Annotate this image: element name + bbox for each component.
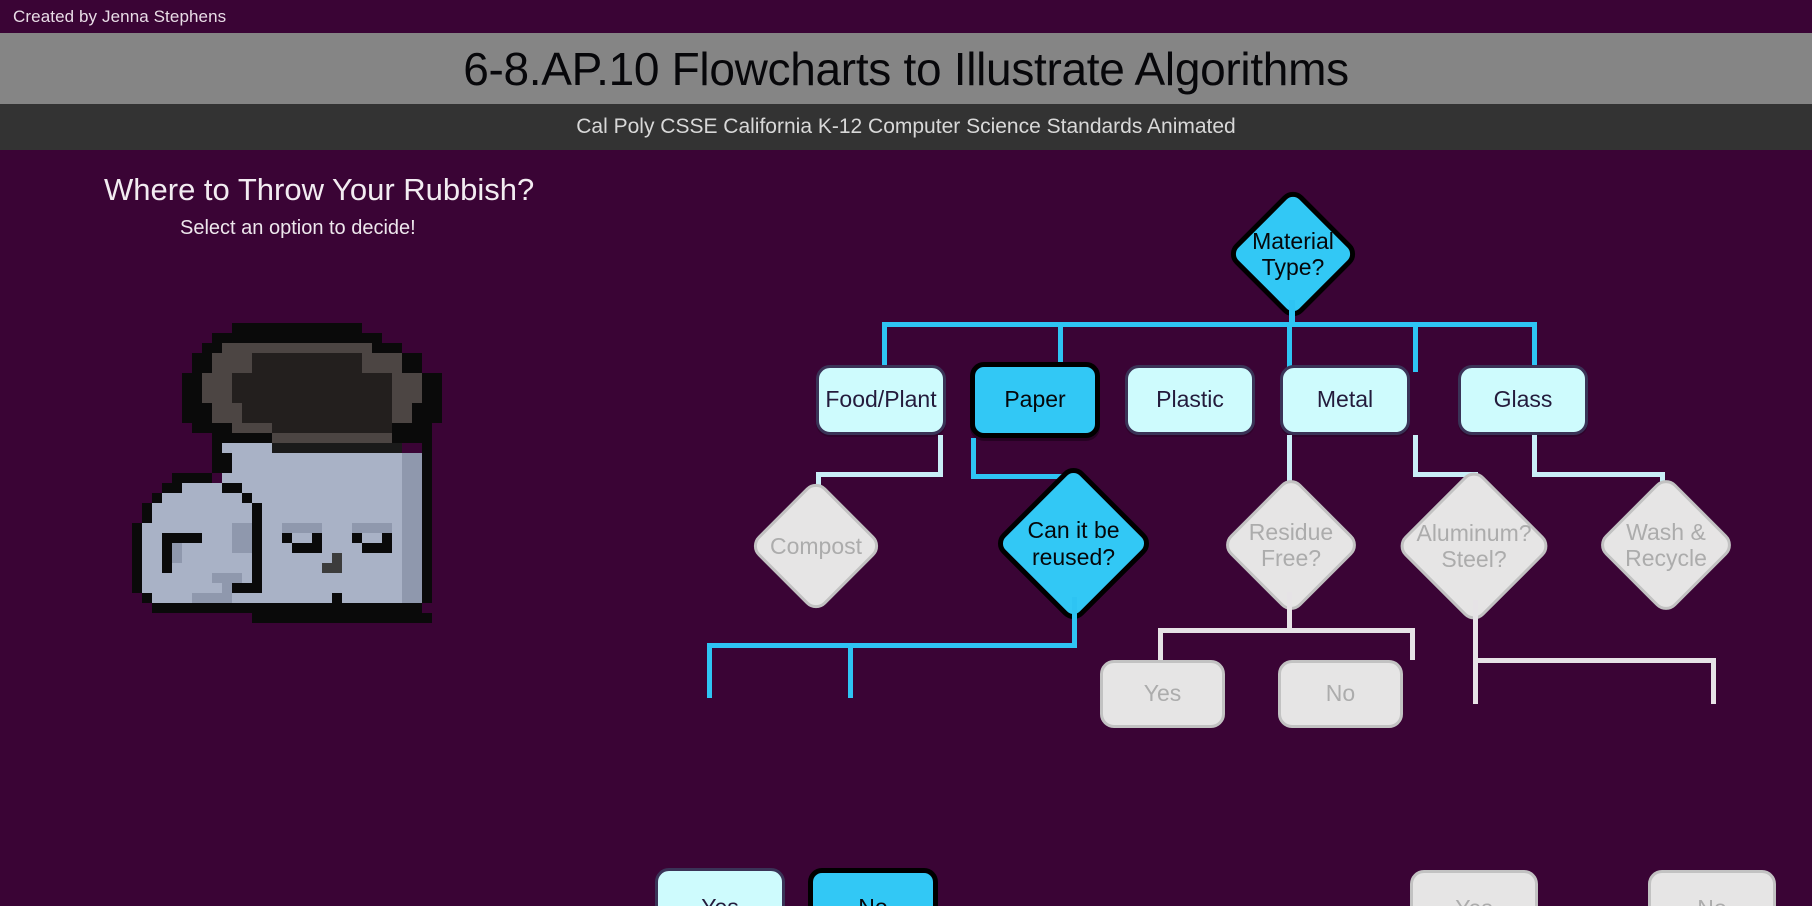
decision-material-type[interactable]: Material Type? xyxy=(1225,186,1361,322)
outcome-reuse-no[interactable]: No xyxy=(808,868,938,906)
decision-compost-label: Compost xyxy=(769,532,863,559)
material-option-metal[interactable]: Metal xyxy=(1280,365,1410,435)
page-subtitle: Cal Poly CSSE California K-12 Computer S… xyxy=(576,115,1236,138)
decision-can-it-be-reused[interactable]: Can it be reused? xyxy=(992,462,1155,625)
material-option-paper[interactable]: Paper xyxy=(970,362,1100,438)
outcome-aluminum-yes-label: Yes xyxy=(1455,895,1493,906)
trash-can-mascot-icon xyxy=(112,313,482,658)
credit-label: Created by Jenna Stephens xyxy=(13,6,227,26)
connector-food-down xyxy=(938,435,943,477)
connector-metal-down xyxy=(1413,435,1418,477)
outcome-reuse-no-label: No xyxy=(858,894,887,906)
connector-residue-down xyxy=(1287,592,1292,632)
connector-paper-down xyxy=(971,438,976,478)
connector-root-stem xyxy=(1289,300,1295,324)
decision-residue-free[interactable]: Residue Free? xyxy=(1220,474,1362,616)
decision-aluminum-steel[interactable]: Aluminum? Steel? xyxy=(1394,466,1554,626)
connector-glass-across xyxy=(1532,472,1665,477)
material-option-paper-label: Paper xyxy=(1004,386,1066,413)
connector-aluminum-bus xyxy=(1473,658,1716,663)
page-title: 6-8.AP.10 Flowcharts to Illustrate Algor… xyxy=(463,42,1349,95)
decision-residue-free-label: Residue Free? xyxy=(1248,518,1334,571)
flowchart: Material Type? Food/Plant Paper Plastic … xyxy=(620,150,1812,906)
material-option-plastic[interactable]: Plastic xyxy=(1125,365,1255,435)
connector-reuse-yes xyxy=(707,643,712,698)
decision-material-type-label: Material Type? xyxy=(1252,227,1334,280)
material-option-glass-label: Glass xyxy=(1493,386,1553,413)
panel-subheading: Select an option to decide! xyxy=(180,217,416,239)
subtitle-bar: Cal Poly CSSE California K-12 Computer S… xyxy=(0,104,1812,150)
connector-residue-bus xyxy=(1158,628,1415,633)
connector-aluminum-no xyxy=(1711,658,1716,704)
decision-compost[interactable]: Compost xyxy=(748,478,884,614)
decision-wash-recycle-label: Wash & Recycle xyxy=(1625,518,1707,571)
outcome-aluminum-no[interactable]: No xyxy=(1648,870,1776,906)
connector-material-bus xyxy=(882,322,1537,327)
connector-glass-down xyxy=(1532,435,1537,477)
connector-aluminum-yes xyxy=(1473,658,1478,704)
connector-reuse-bus xyxy=(707,643,1077,648)
credit-bar: Created by Jenna Stephens xyxy=(0,0,1812,33)
outcome-reuse-yes[interactable]: Yes xyxy=(655,868,785,906)
connector-reuse-down xyxy=(1072,597,1077,647)
connector-residue-yes xyxy=(1158,628,1163,660)
title-bar: 6-8.AP.10 Flowcharts to Illustrate Algor… xyxy=(0,33,1812,104)
left-panel: Where to Throw Your Rubbish? Select an o… xyxy=(0,150,620,906)
outcome-residue-yes[interactable]: Yes xyxy=(1100,660,1225,728)
connector-aluminum-down xyxy=(1473,600,1478,662)
decision-wash-recycle[interactable]: Wash & Recycle xyxy=(1595,474,1737,616)
material-option-food-plant-label: Food/Plant xyxy=(825,386,937,413)
decision-can-it-be-reused-label: Can it be reused? xyxy=(1027,517,1120,570)
material-option-food-plant[interactable]: Food/Plant xyxy=(816,365,946,435)
connector-to-metal xyxy=(1413,322,1418,372)
decision-aluminum-steel-label: Aluminum? Steel? xyxy=(1416,519,1532,572)
panel-heading: Where to Throw Your Rubbish? xyxy=(104,172,535,207)
outcome-aluminum-no-label: No xyxy=(1697,895,1726,906)
outcome-reuse-yes-label: Yes xyxy=(701,894,739,906)
connector-food-across xyxy=(816,472,943,477)
outcome-aluminum-yes[interactable]: Yes xyxy=(1410,870,1538,906)
outcome-residue-no-label: No xyxy=(1325,680,1356,707)
material-option-plastic-label: Plastic xyxy=(1156,386,1224,413)
app-root: Created by Jenna Stephens 6-8.AP.10 Flow… xyxy=(0,0,1812,906)
outcome-residue-yes-label: Yes xyxy=(1143,680,1182,707)
outcome-residue-no[interactable]: No xyxy=(1278,660,1403,728)
connector-residue-no xyxy=(1410,628,1415,660)
material-option-glass[interactable]: Glass xyxy=(1458,365,1588,435)
connector-reuse-no xyxy=(848,643,853,698)
material-option-metal-label: Metal xyxy=(1316,386,1374,413)
